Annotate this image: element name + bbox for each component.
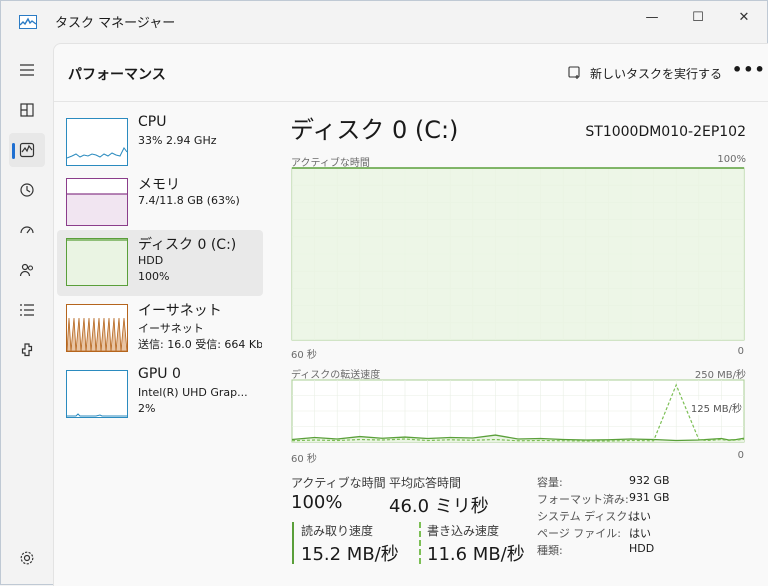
device-name: ディスク 0 (C:) — [138, 237, 237, 253]
response-time-label: 平均応答時間 — [389, 476, 462, 490]
menu-button[interactable] — [9, 53, 45, 87]
device-name: メモリ — [138, 177, 180, 193]
active-time-label: アクティブな時間 — [291, 476, 386, 490]
run-new-task-button[interactable]: 新しいタスクを実行する — [568, 62, 722, 84]
minimize-icon: — — [645, 9, 659, 25]
nav-app-history[interactable] — [9, 173, 45, 207]
title-bar: タスク マネージャー — ☐ ✕ — [1, 1, 767, 41]
details-icon — [20, 304, 34, 316]
new-task-icon — [568, 66, 580, 79]
device-throughput: 送信: 16.0 受信: 664 Kbp — [138, 338, 262, 351]
close-button[interactable]: ✕ — [721, 1, 767, 33]
active-chart-x-right: 0 — [737, 346, 744, 357]
nav-startup-apps[interactable] — [9, 213, 45, 247]
info-key: ページ ファイル: — [537, 527, 621, 540]
app-history-icon — [20, 183, 34, 197]
info-value: 932 GB — [629, 474, 670, 487]
info-key: システム ディスク: — [537, 510, 632, 523]
main-panel: パフォーマンス 新しいタスクを実行する ••• CPU 33% 2.94 GHz — [53, 43, 768, 586]
startup-apps-icon — [20, 226, 34, 234]
transfer-chart-x-right: 0 — [737, 450, 744, 461]
info-key: 種類: — [537, 544, 563, 557]
transfer-chart-x-left: 60 秒 — [291, 454, 317, 465]
device-detail: 33% 2.94 GHz — [138, 134, 217, 147]
info-key: 容量: — [537, 476, 563, 489]
memory-thumbnail-graph — [66, 178, 128, 226]
more-options-button[interactable]: ••• — [732, 60, 766, 79]
task-manager-window: タスク マネージャー — ☐ ✕ パフォーマンス 新しいタスクを実行する •••… — [0, 0, 768, 586]
info-value: はい — [629, 510, 651, 523]
processes-icon — [20, 103, 34, 117]
active-chart-x-left: 60 秒 — [291, 350, 317, 361]
task-manager-app-icon — [19, 15, 37, 29]
read-speed-marker — [292, 522, 294, 564]
active-time-area — [292, 168, 744, 340]
active-time-chart — [291, 167, 745, 341]
nav-users[interactable] — [9, 253, 45, 287]
minimize-button[interactable]: — — [629, 1, 675, 33]
info-value: はい — [629, 527, 651, 540]
menu-icon — [20, 64, 34, 76]
window-title: タスク マネージャー — [55, 16, 176, 31]
write-speed-marker — [419, 522, 421, 564]
device-name: GPU 0 — [138, 366, 181, 382]
device-cpu[interactable]: CPU 33% 2.94 GHz — [57, 110, 263, 176]
nav-services[interactable] — [9, 333, 45, 367]
maximize-icon: ☐ — [692, 9, 704, 25]
device-detail: 7.4/11.8 GB (63%) — [138, 194, 240, 207]
page-title: パフォーマンス — [68, 67, 166, 83]
close-icon: ✕ — [738, 9, 750, 25]
disk-model: ST1000DM010-2EP102 — [585, 124, 746, 140]
device-ethernet[interactable]: イーサネット イーサネット 送信: 16.0 受信: 664 Kbp — [57, 296, 263, 362]
device-usage: 2% — [138, 402, 156, 415]
active-chart-max: 100% — [717, 154, 746, 165]
settings-button[interactable] — [9, 541, 45, 575]
transfer-chart-mid: 125 MB/秒 — [690, 400, 742, 415]
users-icon — [19, 263, 34, 277]
device-memory[interactable]: メモリ 7.4/11.8 GB (63%) — [57, 170, 263, 236]
info-value: 931 GB — [629, 491, 670, 504]
read-speed-value: 15.2 MB/秒 — [301, 544, 399, 565]
nav-details[interactable] — [9, 293, 45, 327]
page-header: パフォーマンス 新しいタスクを実行する ••• — [54, 44, 768, 102]
device-usage: 100% — [138, 270, 170, 283]
gear-icon — [20, 551, 34, 565]
nav-performance[interactable] — [9, 133, 45, 167]
transfer-rate-chart — [291, 379, 745, 443]
services-icon — [21, 343, 33, 357]
new-task-label: 新しいタスクを実行する — [590, 66, 723, 81]
device-detail: Intel(R) UHD Grap... — [138, 386, 248, 399]
info-key: フォーマット済み: — [537, 493, 629, 506]
performance-icon — [19, 142, 35, 158]
device-detail: HDD — [138, 254, 164, 267]
cpu-thumbnail-graph — [66, 118, 128, 166]
gpu-thumbnail-graph — [66, 370, 128, 418]
response-time-value: 46.0 ミリ秒 — [389, 496, 489, 517]
ethernet-thumbnail-graph — [66, 304, 128, 352]
nav-processes[interactable] — [9, 93, 45, 127]
write-speed-label: 書き込み速度 — [427, 524, 500, 538]
active-time-value: 100% — [291, 492, 343, 513]
device-name: CPU — [138, 114, 167, 130]
device-disk-0[interactable]: ディスク 0 (C:) HDD 100% — [57, 230, 263, 296]
read-speed-label: 読み取り速度 — [301, 524, 374, 538]
maximize-button[interactable]: ☐ — [675, 1, 721, 33]
write-speed-value: 11.6 MB/秒 — [427, 544, 525, 565]
device-gpu-0[interactable]: GPU 0 Intel(R) UHD Grap... 2% — [57, 362, 263, 428]
active-indicator — [12, 143, 15, 159]
disk-thumbnail-graph — [66, 238, 128, 286]
info-value: HDD — [629, 542, 655, 555]
disk-title: ディスク 0 (C:) — [290, 116, 459, 144]
device-name: イーサネット — [138, 303, 222, 319]
navigation-rail — [1, 41, 53, 586]
device-detail: イーサネット — [138, 322, 204, 335]
